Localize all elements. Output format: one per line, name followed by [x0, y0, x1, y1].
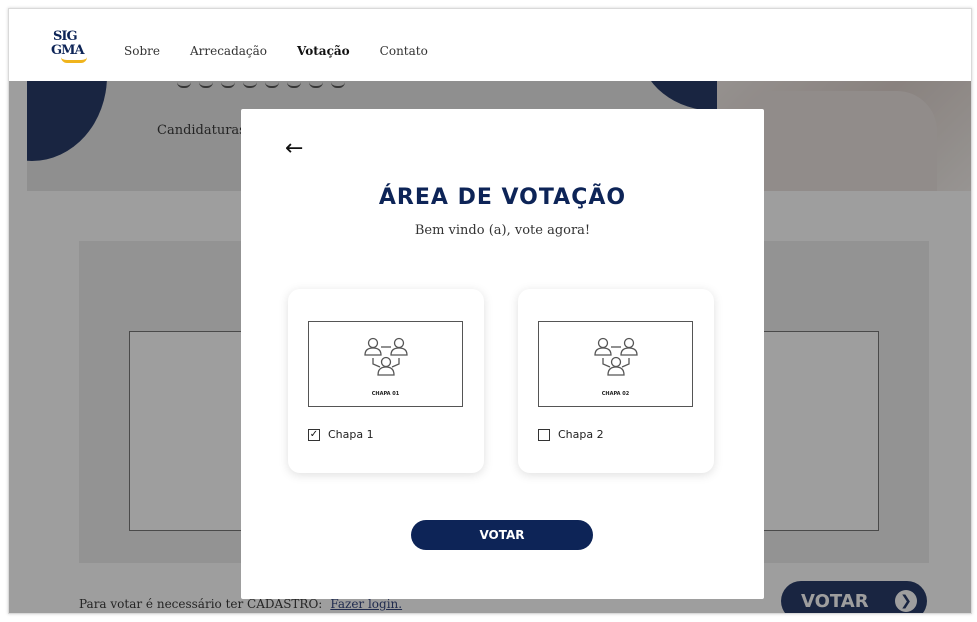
arrow-left-icon[interactable]: ← [285, 137, 303, 161]
chapa-1-option[interactable]: ✓ Chapa 1 [308, 428, 374, 441]
vote-button[interactable]: VOTAR [411, 520, 593, 550]
chapa-image-label-1: CHAPA 01 [371, 391, 400, 397]
chapa-image-label-2: CHAPA 02 [601, 391, 630, 397]
logo-line-1: SIG [53, 29, 78, 44]
voting-modal: ← ÁREA DE VOTAÇÃO Bem vindo (a), vote ag… [241, 109, 764, 599]
nav-link-contato[interactable]: Contato [380, 44, 428, 58]
nav-link-votacao[interactable]: Votação [297, 44, 350, 58]
chapa-card-2[interactable]: CHAPA 02 Chapa 2 [518, 289, 714, 473]
chapa-image-1: CHAPA 01 [308, 321, 463, 407]
modal-subtitle: Bem vindo (a), vote agora! [414, 223, 591, 238]
chapa-2-option[interactable]: Chapa 2 [538, 428, 604, 441]
nav-links: Sobre Arrecadação Votação Contato [124, 44, 458, 58]
logo-line-2: GMA [51, 43, 85, 58]
nav-link-arrecadacao[interactable]: Arrecadação [190, 44, 267, 58]
group-people-icon [594, 337, 638, 376]
chapa-2-label: Chapa 2 [558, 428, 604, 441]
chapa-card-1[interactable]: CHAPA 01 ✓ Chapa 1 [288, 289, 484, 473]
chapa-image-2: CHAPA 02 [538, 321, 693, 407]
sigma-logo[interactable]: SIG GMA [47, 27, 93, 71]
browser-frame: SIG GMA Sobre Arrecadação Votação Contat… [8, 8, 972, 614]
nav-link-sobre[interactable]: Sobre [124, 44, 160, 58]
chapa-2-checkbox[interactable] [538, 428, 550, 441]
modal-title: ÁREA DE VOTAÇÃO [378, 185, 627, 210]
chapa-1-checkbox[interactable]: ✓ [308, 428, 320, 441]
logo-swoosh [61, 57, 87, 63]
chapa-1-label: Chapa 1 [328, 428, 374, 441]
navbar: SIG GMA Sobre Arrecadação Votação Contat… [9, 9, 971, 81]
checkmark-icon: ✓ [309, 428, 319, 440]
group-people-icon [364, 337, 408, 376]
